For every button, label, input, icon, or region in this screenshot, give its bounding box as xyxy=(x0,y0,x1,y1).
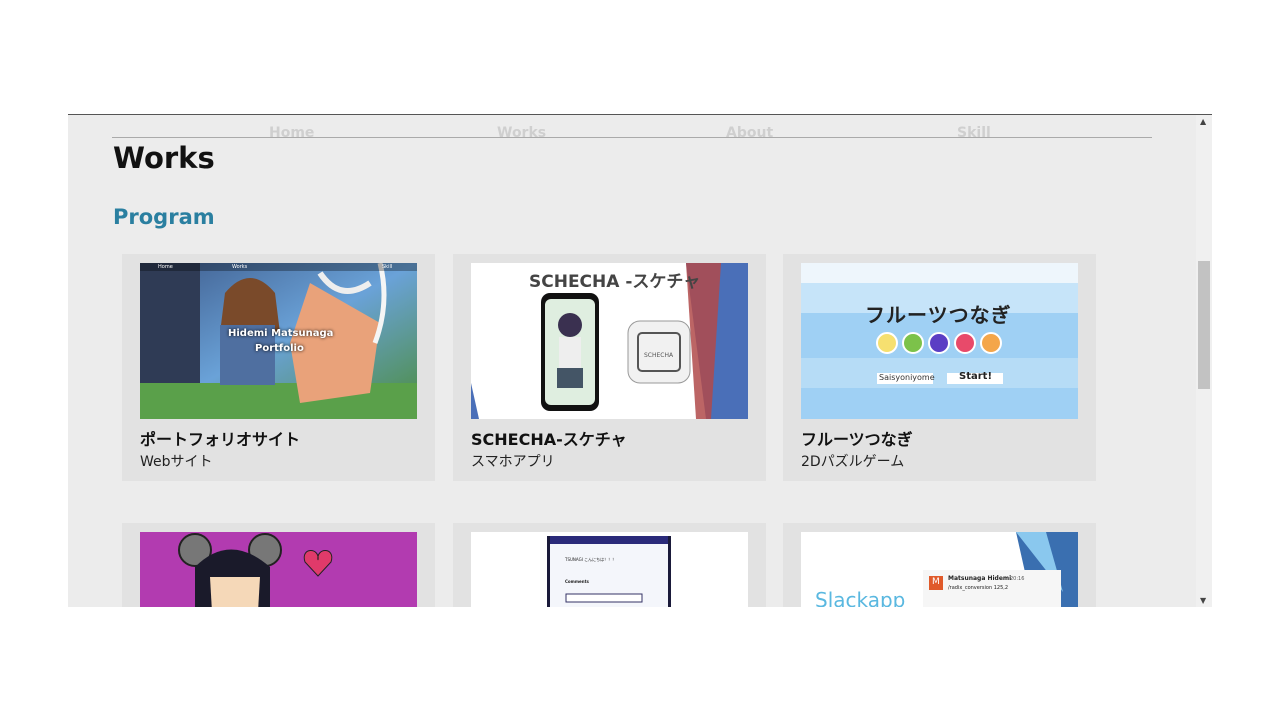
thumb-overlay-name: Hidemi Matsunaga xyxy=(228,328,334,339)
thumb-app-label: SCHECHA xyxy=(644,352,674,359)
card-subtitle: Webサイト xyxy=(140,454,213,470)
card-subtitle: 2Dパズルゲーム xyxy=(801,454,905,470)
work-card-fruits[interactable]: フルーツつなぎ Saisyoniyome Start! フルーツつなぎ 2Dパズ… xyxy=(783,254,1096,481)
work-card-5[interactable]: TSUNAGI こんにちは！！！ Comments xyxy=(453,523,766,607)
scrollbar-thumb[interactable] xyxy=(1198,261,1210,389)
page-title: Works xyxy=(113,141,215,175)
thumb-nav-home: Home xyxy=(158,264,173,270)
thumb-heading: SCHECHA -スケチャ xyxy=(529,272,701,292)
work-card-schecha[interactable]: SCHECHA -スケチャ SCHECHA SCHECHA-スケチャ スマホアプ… xyxy=(453,254,766,481)
schecha-thumbnail: SCHECHA -スケチャ SCHECHA xyxy=(471,263,748,419)
thumb-mini-text: TSUNAGI こんにちは！！！ xyxy=(565,557,617,562)
card5-thumbnail: TSUNAGI こんにちは！！！ Comments xyxy=(471,532,748,607)
thumb-time: 20:16 xyxy=(1010,576,1025,582)
thumb-nav-works: Works xyxy=(232,264,248,270)
browser-viewport: Home Works About Skill Works Program Hom… xyxy=(68,114,1212,607)
card-title[interactable]: フルーツつなぎ xyxy=(801,426,913,450)
nav-works[interactable]: Works xyxy=(497,125,546,141)
work-card-portfolio[interactable]: Home Works Skill Hidemi Matsunaga Portfo… xyxy=(122,254,435,481)
card4-thumbnail xyxy=(140,532,417,607)
thumb-avatar: M xyxy=(932,577,940,587)
work-card-4[interactable] xyxy=(122,523,435,607)
scroll-down-icon[interactable]: ▼ xyxy=(1200,596,1206,605)
card6-thumbnail: M Matsunaga Hidemi 20:16 /radix_conversi… xyxy=(801,532,1078,607)
card-subtitle: スマホアプリ xyxy=(471,454,555,470)
card-title[interactable]: ポートフォリオサイト xyxy=(140,426,300,450)
scroll-up-icon[interactable]: ▲ xyxy=(1200,117,1206,126)
portfolio-thumbnail: Home Works Skill Hidemi Matsunaga Portfo… xyxy=(140,263,417,419)
thumb-message: /radix_conversion 125,2 xyxy=(948,585,1009,591)
section-title: Program xyxy=(113,205,215,229)
card-title[interactable]: SCHECHA-スケチャ xyxy=(471,426,627,450)
thumb-user: Matsunaga Hidemi xyxy=(948,575,1012,582)
thumb-nav-skill: Skill xyxy=(382,264,393,270)
thumb-label: Slackapp xyxy=(815,588,906,607)
work-card-6[interactable]: M Matsunaga Hidemi 20:16 /radix_conversi… xyxy=(783,523,1096,607)
game-name-input: Saisyoniyome xyxy=(879,373,935,382)
game-logo: フルーツつなぎ xyxy=(865,303,1012,327)
game-start-button: Start! xyxy=(959,371,993,382)
nav-about[interactable]: About xyxy=(726,125,773,141)
fruits-thumbnail: フルーツつなぎ Saisyoniyome Start! xyxy=(801,263,1078,419)
top-nav: Home Works About Skill xyxy=(112,115,1152,141)
nav-home[interactable]: Home xyxy=(269,125,314,141)
thumb-comments: Comments xyxy=(565,579,589,584)
thumb-overlay-portfolio: Portfolio xyxy=(255,343,304,354)
vertical-scrollbar[interactable]: ▲ ▼ xyxy=(1196,115,1212,607)
nav-skill[interactable]: Skill xyxy=(957,125,991,141)
